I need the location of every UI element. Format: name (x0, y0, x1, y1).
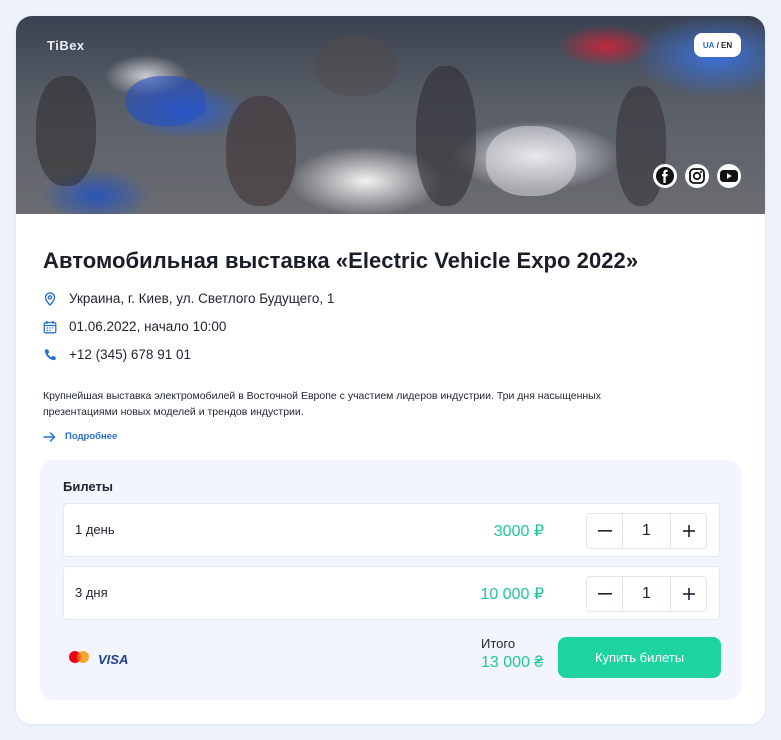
mastercard-icon (68, 650, 90, 669)
language-switcher[interactable]: UA / EN (694, 33, 741, 57)
minus-icon (597, 593, 612, 595)
event-address: Украина, г. Киев, ул. Светлого Будущего,… (43, 291, 334, 306)
address-text: Украина, г. Киев, ул. Светлого Будущего,… (69, 291, 335, 306)
plus-icon (682, 588, 695, 600)
social-links (653, 164, 741, 188)
arrow-right-icon (43, 431, 56, 442)
event-card: TiBex UA / EN Автомобильная выставка «El… (16, 16, 765, 724)
ticket-row: 3 дня 10 000 ₽ 1 (63, 566, 720, 620)
youtube-icon[interactable] (717, 164, 741, 188)
more-link[interactable]: Подробнее (43, 431, 117, 442)
decrement-button[interactable] (587, 514, 622, 548)
plus-icon (682, 525, 695, 537)
tickets-panel: Билеты 1 день 3000 ₽ 1 3 дня 10 000 ₽ 1 … (40, 460, 741, 700)
lang-en[interactable]: EN (721, 41, 732, 50)
ticket-name: 1 день (75, 522, 115, 537)
facebook-icon[interactable] (653, 164, 677, 188)
ticket-row: 1 день 3000 ₽ 1 (63, 503, 720, 557)
event-hero-photo: TiBex UA / EN (16, 16, 765, 214)
more-link-label[interactable]: Подробнее (65, 431, 117, 442)
quantity-value[interactable]: 1 (622, 577, 671, 611)
ticket-price: 3000 ₽ (493, 523, 544, 540)
buy-tickets-button[interactable]: Купить билеты (558, 637, 721, 678)
phone-icon (43, 348, 57, 362)
lang-ua[interactable]: UA (703, 41, 715, 50)
quantity-stepper[interactable]: 1 (586, 576, 707, 612)
datetime-text: 01.06.2022, начало 10:00 (69, 319, 227, 334)
phone-text[interactable]: +12 (345) 678 91 01 (69, 347, 191, 362)
quantity-value[interactable]: 1 (622, 514, 671, 548)
total-value: 13 000 ₴ (481, 654, 544, 671)
instagram-icon[interactable] (685, 164, 709, 188)
lang-separator: / (714, 40, 722, 50)
ticket-price: 10 000 ₽ (480, 586, 544, 603)
calendar-icon (43, 320, 57, 334)
increment-button[interactable] (671, 514, 706, 548)
quantity-stepper[interactable]: 1 (586, 513, 707, 549)
payment-methods: VISA (68, 650, 128, 669)
event-datetime: 01.06.2022, начало 10:00 (43, 319, 226, 334)
total-label: Итого (481, 636, 516, 651)
tickets-title: Билеты (63, 479, 113, 494)
event-phone[interactable]: +12 (345) 678 91 01 (43, 347, 191, 362)
minus-icon (597, 530, 612, 532)
event-title: Автомобильная выставка «Electric Vehicle… (43, 248, 639, 273)
ticket-name: 3 дня (75, 585, 108, 600)
location-pin-icon (43, 291, 57, 306)
brand-logo[interactable]: TiBex (47, 38, 85, 53)
event-description: Крупнейшая выставка электромобилей в Вос… (43, 390, 601, 418)
visa-logo: VISA (98, 652, 129, 667)
increment-button[interactable] (671, 577, 706, 611)
decrement-button[interactable] (587, 577, 622, 611)
